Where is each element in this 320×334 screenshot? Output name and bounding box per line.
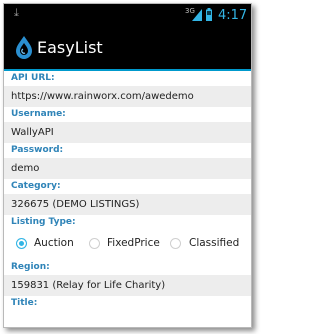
password-field[interactable]: demo (4, 158, 251, 179)
radio-classified[interactable] (170, 238, 181, 249)
phone-screen: ⤓ 3G 4:17 EasyList API URL: https://www.… (3, 3, 252, 328)
radio-classified-label[interactable]: Classified (189, 237, 239, 249)
username-label: Username: (11, 109, 66, 119)
settings-form: API URL: https://www.rainworx.com/awedem… (4, 71, 251, 311)
clock: 4:17 (218, 8, 248, 23)
category-field[interactable]: 326675 (DEMO LISTINGS) (4, 194, 251, 215)
listing-type-label: Listing Type: (11, 217, 76, 227)
radio-auction[interactable] (16, 238, 27, 249)
radio-fixedprice[interactable] (89, 238, 100, 249)
listing-type-radio-group: Auction FixedPrice Classified (4, 230, 251, 260)
battery-icon (206, 8, 212, 21)
action-bar: EasyList (4, 27, 251, 69)
api-url-field[interactable]: https://www.rainworx.com/awedemo (4, 86, 251, 107)
api-url-label: API URL: (11, 73, 55, 83)
region-label: Region: (11, 262, 50, 272)
category-label: Category: (11, 181, 61, 191)
password-label: Password: (11, 145, 64, 155)
radio-fixedprice-label[interactable]: FixedPrice (107, 237, 160, 249)
radio-auction-label[interactable]: Auction (34, 237, 74, 249)
region-field[interactable]: 159831 (Relay for Life Charity) (4, 275, 251, 296)
app-title: EasyList (37, 38, 103, 57)
status-bar: ⤓ 3G 4:17 (4, 4, 251, 27)
username-field[interactable]: WallyAPI (4, 122, 251, 143)
title-label: Title: (11, 298, 38, 308)
water-drop-logo-icon[interactable] (14, 35, 34, 60)
signal-strength-icon (192, 9, 202, 21)
download-notification-icon: ⤓ (14, 6, 19, 19)
